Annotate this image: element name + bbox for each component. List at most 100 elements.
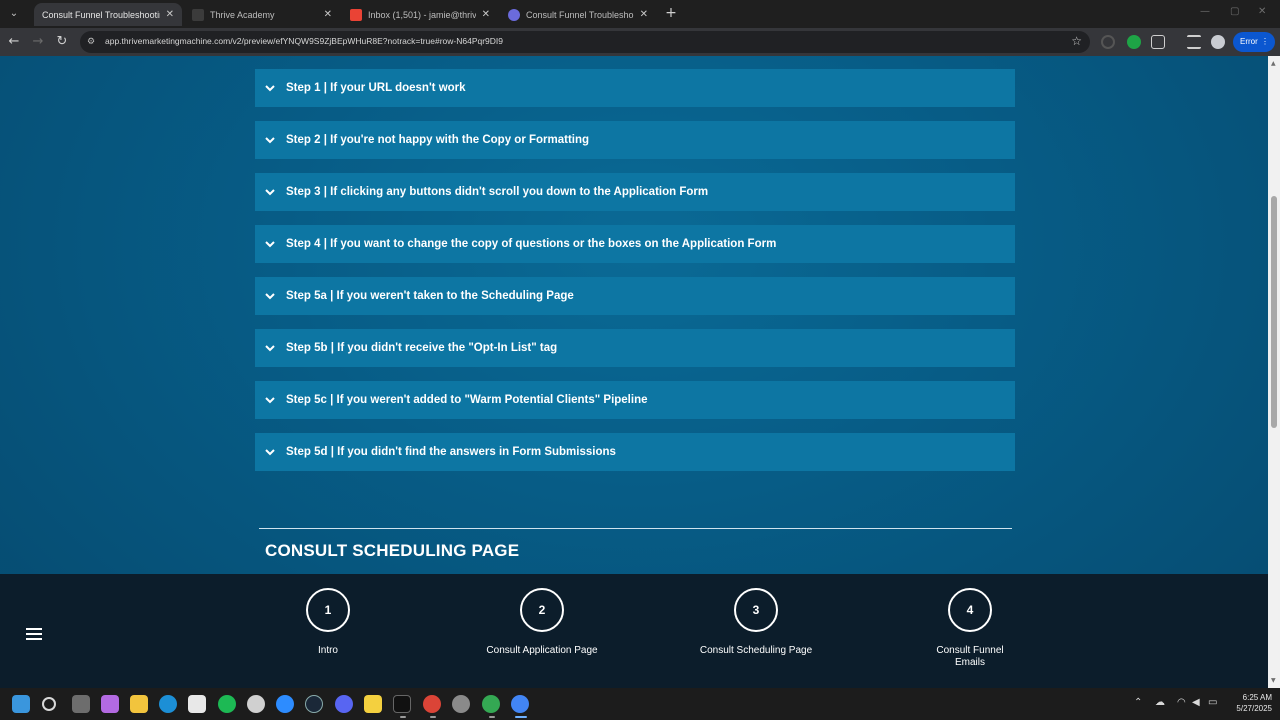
chrome-profile-icon[interactable] (482, 695, 500, 713)
step-progress-nav: 1 Intro 2 Consult Application Page 3 Consult … (0, 574, 1268, 688)
grammarly-icon[interactable] (1127, 35, 1141, 49)
step-number-circle[interactable]: 4 (948, 588, 992, 632)
tab-strip: ⌄ Consult Funnel Troubleshooting ✕ Thriv… (0, 0, 1280, 28)
step-number-circle[interactable]: 1 (306, 588, 350, 632)
close-window-icon[interactable]: ✕ (1258, 6, 1266, 17)
task-view-icon[interactable] (72, 695, 90, 713)
clock-time: 6:25 AM (1242, 693, 1272, 702)
chevron-down-icon (264, 292, 276, 300)
nav-step-1[interactable]: 1 Intro (268, 588, 388, 657)
step-label: Consult Funnel Emails (936, 645, 1004, 668)
accordion-step-7[interactable]: Step 5c | If you weren't added to "Warm … (255, 381, 1015, 419)
capcut-icon[interactable] (393, 695, 411, 713)
step-number-circle[interactable]: 3 (734, 588, 778, 632)
tab-title: Consult Funnel Troubleshooting (526, 9, 634, 20)
accordion-title: Step 5c | If you weren't added to "Warm … (286, 394, 648, 406)
discord-icon[interactable] (335, 695, 353, 713)
tab-favicon-icon (192, 8, 204, 21)
url-text[interactable]: app.thrivemarketingmachine.com/v2/previe… (105, 36, 503, 46)
back-icon[interactable]: ← (5, 33, 23, 51)
close-tab-icon[interactable]: ✕ (640, 9, 648, 20)
running-indicator (400, 716, 406, 718)
hamburger-menu-icon[interactable] (26, 628, 42, 641)
search-icon[interactable] (42, 697, 56, 711)
nav-step-4[interactable]: 4 Consult Funnel Emails (910, 588, 1030, 669)
minimize-icon[interactable]: — (1200, 6, 1210, 17)
chrome-icon[interactable] (423, 695, 441, 713)
step-number-circle[interactable]: 2 (520, 588, 564, 632)
tab-consult-funnel-troubleshooting-2[interactable]: Consult Funnel Troubleshooting ✕ (500, 3, 656, 26)
copilot-icon[interactable] (101, 695, 119, 713)
chrome-active-icon[interactable] (511, 695, 529, 713)
close-tab-icon[interactable]: ✕ (324, 9, 332, 20)
taskbar: ⌃ ☁ ◠ ◀ ▭ 6:25 AM 5/27/2025 (0, 688, 1280, 720)
browser-error-button[interactable]: Error ⋮ (1233, 32, 1275, 52)
kebab-menu-icon[interactable]: ⋮ (1261, 32, 1269, 52)
chevron-down-icon (264, 396, 276, 404)
extensions-puzzle-icon[interactable] (1151, 35, 1165, 49)
profile-avatar[interactable] (1211, 35, 1225, 49)
site-info-icon[interactable]: ⚙ (87, 36, 99, 48)
accordion-title: Step 4 | If you want to change the copy … (286, 238, 777, 250)
running-indicator-active (515, 716, 527, 718)
battery-icon[interactable]: ▭ (1208, 697, 1217, 708)
step-label: Consult Scheduling Page (699, 645, 813, 656)
system-clock[interactable]: 6:25 AM 5/27/2025 (1222, 692, 1272, 714)
volume-icon[interactable]: ◀ (1192, 697, 1200, 708)
scrollbar-thumb[interactable] (1271, 196, 1277, 428)
accordion-title: Step 3 | If clicking any buttons didn't … (286, 186, 709, 198)
accordion-step-6[interactable]: Step 5b | If you didn't receive the "Opt… (255, 329, 1015, 367)
tab-title: Consult Funnel Troubleshooting (42, 9, 160, 20)
step-label: Consult Application Page (486, 645, 598, 656)
zoom-icon[interactable] (276, 695, 294, 713)
accordion-title: Step 5b | If you didn't receive the "Opt… (286, 342, 558, 354)
scroll-down-icon[interactable]: ▼ (1271, 677, 1276, 684)
accordion-step-8[interactable]: Step 5d | If you didn't find the answers… (255, 433, 1015, 471)
close-tab-icon[interactable]: ✕ (482, 9, 490, 20)
settings-gear-icon[interactable] (452, 695, 470, 713)
accordion-step-5[interactable]: Step 5a | If you weren't taken to the Sc… (255, 277, 1015, 315)
new-tab-icon[interactable]: + (663, 5, 679, 21)
nav-step-3[interactable]: 3 Consult Scheduling Page (696, 588, 816, 657)
page-scrollbar[interactable]: ▲ ▼ (1268, 56, 1280, 688)
tab-thrive-academy[interactable]: Thrive Academy ✕ (184, 3, 340, 26)
accordion-step-3[interactable]: Step 3 | If clicking any buttons didn't … (255, 173, 1015, 211)
extension-loading-icon[interactable] (1101, 35, 1115, 49)
accordion-step-2[interactable]: Step 2 | If you're not happy with the Co… (255, 121, 1015, 159)
tab-title: Inbox (1,501) - jamie@thrive-a (368, 9, 476, 20)
show-hidden-icons[interactable]: ⌃ (1134, 697, 1142, 708)
bookmark-star-icon[interactable]: ☆ (1071, 34, 1082, 48)
accordion-step-1[interactable]: Step 1 | If your URL doesn't work (255, 69, 1015, 107)
section-divider (259, 528, 1012, 529)
wifi-icon[interactable]: ◠ (1177, 697, 1186, 708)
scroll-up-icon[interactable]: ▲ (1271, 60, 1276, 67)
forward-icon[interactable]: → (29, 33, 47, 51)
reading-list-icon[interactable] (1187, 35, 1201, 49)
accordion-step-4[interactable]: Step 4 | If you want to change the copy … (255, 225, 1015, 263)
nav-step-2[interactable]: 2 Consult Application Page (482, 588, 602, 657)
running-indicator (489, 716, 495, 718)
close-tab-icon[interactable]: ✕ (166, 9, 174, 20)
tab-inbox[interactable]: Inbox (1,501) - jamie@thrive-a ✕ (342, 3, 498, 26)
maximize-icon[interactable]: ▢ (1230, 6, 1239, 17)
clock-date: 5/27/2025 (1236, 704, 1272, 713)
store-icon[interactable] (188, 695, 206, 713)
gmail-icon (350, 8, 362, 21)
page-content: Step 1 | If your URL doesn't work Step 2 … (0, 56, 1280, 688)
file-explorer-icon[interactable] (130, 695, 148, 713)
windows-start-icon[interactable] (12, 695, 30, 713)
spotify-icon[interactable] (218, 695, 236, 713)
accordion-title: Step 5a | If you weren't taken to the Sc… (286, 290, 574, 302)
steam-icon[interactable] (305, 695, 323, 713)
onedrive-icon[interactable]: ☁ (1155, 697, 1165, 708)
reload-icon[interactable]: ↻ (53, 33, 71, 51)
tab-search-icon[interactable]: ⌄ (4, 4, 24, 24)
dashlane-icon[interactable] (247, 695, 265, 713)
chevron-down-icon (264, 188, 276, 196)
address-bar[interactable]: ⚙ app.thrivemarketingmachine.com/v2/prev… (80, 31, 1090, 53)
edge-icon[interactable] (159, 695, 177, 713)
sticky-notes-icon[interactable] (364, 695, 382, 713)
accordion-title: Step 2 | If you're not happy with the Co… (286, 134, 590, 146)
tab-title: Thrive Academy (210, 9, 275, 20)
tab-consult-funnel-troubleshooting[interactable]: Consult Funnel Troubleshooting ✕ (34, 3, 182, 26)
